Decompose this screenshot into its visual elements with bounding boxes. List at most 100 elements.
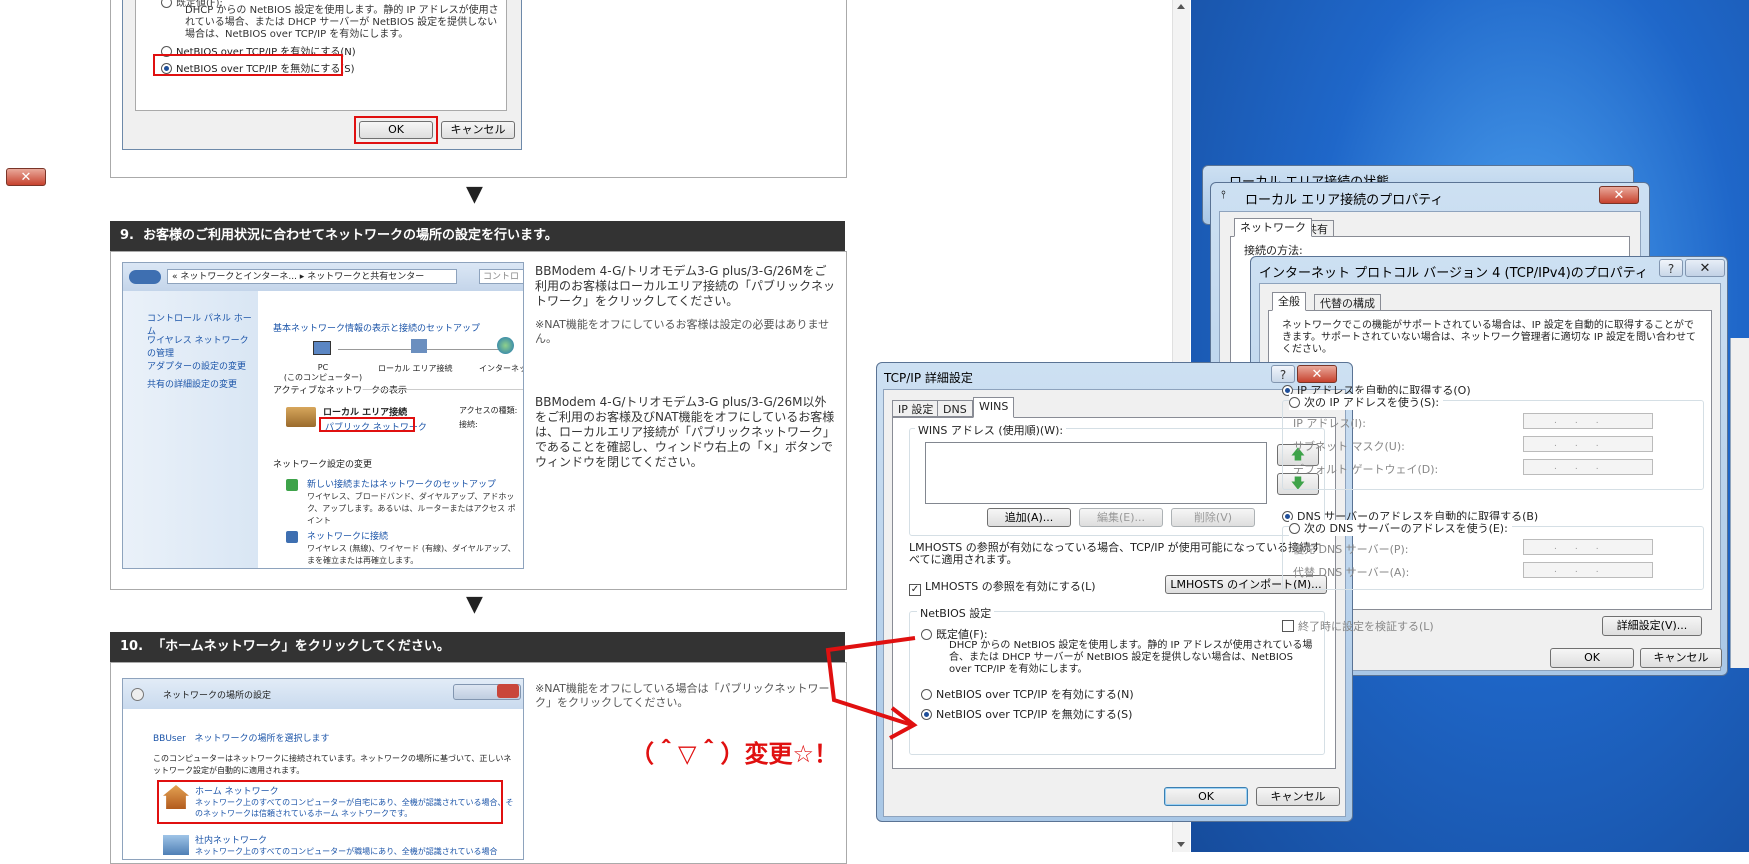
step10-note: ※NAT機能をオフにしている場合は「パブリックネットワーク」をクリックしてくださ… [535,682,830,709]
alternate-dns-label: 代替 DNS サーバー(A): [1293,566,1410,579]
back-forward-icon [129,270,161,284]
lan-props-icon: ⫯ [1221,188,1226,201]
sidebar-item-sharing: 共有の詳細設定の変更 [147,380,238,390]
tab-alternate[interactable]: 代替の構成 [1314,294,1381,311]
top-ok-highlight [354,116,438,144]
step10-location-screenshot: ネットワークの場所の設定 BBUser ネットワークの場所を選択します このコン… [122,678,524,860]
connect-network-icon [286,531,298,543]
location-subtitle: BBUser ネットワークの場所を選択します [153,734,330,744]
pc-label: PC (このコンピューター) [283,363,363,382]
work-icon [163,835,189,855]
top-default-desc: DHCP からの NetBIOS 設定を使用します。静的 IP アドレスが使用さ… [185,5,499,40]
subnet-mask-field[interactable]: ... [1523,436,1653,452]
tcpip-body: IP 設定 DNS WINS WINS アドレス (使用順)(W): 🡅 🡇 追… [883,389,1346,817]
gateway-field[interactable]: ... [1523,459,1653,475]
lan-bench-icon [411,339,427,353]
tab-ip-settings[interactable]: IP 設定 [892,400,940,417]
ipv4-validate[interactable]: 終了時に設定を検証する(L) [1282,618,1434,634]
ipv4-help-button[interactable]: ? [1659,259,1683,277]
home-network-highlight [157,780,503,824]
explorer-sidebar: コントロール パネル ホーム ワイヤレス ネットワークの管理 アダプターの設定の… [123,291,258,568]
location-back-icon [131,688,144,701]
tcpip-ok-button[interactable]: OK [1164,787,1248,806]
wins-address-label: WINS アドレス (使用順)(W): [915,422,1067,438]
active-divider [363,389,523,390]
ipv4-manual-dns-group: 次の DNS サーバーのアドレスを使う(E): 優先 DNS サーバー(P): … [1282,520,1704,590]
ipv4-cancel-button[interactable]: キャンセル [1640,648,1722,668]
sidebar-item-wireless: ワイヤレス ネットワークの管理 [147,336,249,359]
setup-connection-icon [286,479,298,491]
sidebar-item-adapter: アダプターの設定の変更 [147,362,247,372]
step-arrow-1: ▼ [466,182,483,207]
tcpip-title: TCP/IP 詳細設定 [884,371,973,385]
lmhosts-desc: LMHOSTS の参照が有効になっている場合、TCP/IP が使用可能になってい… [909,541,1322,566]
preferred-dns-field[interactable]: ... [1523,539,1653,555]
task-connect-desc: ワイヤレス (無線)、ワイヤード (有線)、ダイヤルアップ、まを確立または再確立… [307,544,516,565]
tcpip-close-button[interactable]: ✕ [1297,365,1337,383]
tab-general[interactable]: 全般 [1272,292,1306,311]
tcpip-cancel-button[interactable]: キャンセル [1256,787,1340,806]
public-network-highlight [319,417,415,432]
lmhosts-checkbox[interactable]: ✓ LMHOSTS の参照を有効にする(L) [909,578,1096,596]
pc-icon [313,341,331,355]
breadcrumb: « ネットワークとインターネ... ▸ ネットワークと共有センター [167,269,457,284]
access-type-label: アクセスの種類: [459,406,518,415]
step9-title-bar: 9. お客様のご利用状況に合わせてネットワークの場所の設定を行います。 [110,221,845,251]
step9-text1: BBModem 4-G/トリオモデム3-G plus/3-G/26Mをご利用のお… [535,264,836,308]
bench-icon [286,407,316,427]
connect-using-label: 接続の方法: [1244,244,1303,257]
search-box: コントロ [479,269,523,284]
location-titlebar: ネットワークの場所の設定 [123,679,523,709]
lan-props-close-button[interactable]: ✕ [1599,186,1639,204]
nc-heading: 基本ネットワーク情報の表示と接続のセットアップ [273,324,481,334]
lan-props-title: ローカル エリア接続のプロパティ [1245,193,1444,208]
ipv4-manual-ip[interactable]: 次の IP アドレスを使う(S): [1289,394,1444,410]
step9-network-center-screenshot: « ネットワークとインターネ... ▸ ネットワークと共有センター コントロ コ… [122,262,524,569]
ipv4-advanced-button[interactable]: 詳細設定(V)... [1602,616,1702,636]
background-window-edge [1730,338,1749,668]
connection-label: 接続: [459,420,478,429]
scroll-down-icon[interactable] [1177,842,1185,847]
ipv4-title: インターネット プロトコル バージョン 4 (TCP/IPv4)のプロパティ [1259,266,1649,281]
lan-label: ローカル エリア接続 [378,364,453,373]
alternate-dns-field[interactable]: ... [1523,562,1653,578]
change-settings-heading: ネットワーク設定の変更 [273,460,373,470]
work-network-label: 社内ネットワーク [195,836,268,846]
location-desc: このコンピューターはネットワークに接続されています。ネットワークの場所に基づいて… [153,754,512,775]
annotation-arrow [825,636,918,740]
netbios-radio-enable[interactable]: NetBIOS over TCP/IP を有効にする(N) [921,686,1134,702]
wins-address-list[interactable] [925,442,1267,504]
annotation-text: （＾▽＾）変更☆！ [630,740,838,768]
lan-status-close-button[interactable]: ✕ [6,168,46,186]
ipv4-ok-button[interactable]: OK [1550,648,1634,668]
inet-label: インターネッ [479,364,524,373]
tab-dns[interactable]: DNS [937,400,973,417]
tab-wins[interactable]: WINS [973,397,1015,418]
gateway-label: デフォルト ゲートウェイ(D): [1293,463,1439,476]
ipv4-manual-dns[interactable]: 次の DNS サーバーのアドレスを使う(E): [1289,520,1512,536]
tcpip-help-button[interactable]: ? [1271,365,1295,383]
netbios-radio-disable[interactable]: NetBIOS over TCP/IP を無効にする(S) [921,706,1132,722]
top-radio-highlight [153,54,343,76]
netbios-group-label: NetBIOS 設定 [917,605,995,621]
task-new-connection-desc: ワイヤレス、ブロードバンド、ダイヤルアップ、アドホック、アップします。あるいは、… [307,492,516,525]
ipv4-desc: ネットワークでこの機能がサポートされている場合は、IP 設定を自動的に取得するこ… [1282,320,1697,355]
step9-note1: ※NAT機能をオフにしているお客様は設定の必要はありません。 [535,318,830,345]
tab-network[interactable]: ネットワーク [1234,218,1312,237]
step-arrow-2: ▼ [466,592,483,617]
ip-address-field[interactable]: ... [1523,413,1653,429]
ipv4-close-button[interactable]: ✕ [1685,259,1725,277]
step10-title-bar: 10. 「ホームネットワーク」をクリックしてください。 [110,632,845,662]
location-title: ネットワークの場所の設定 [163,691,272,701]
annotation-arrow-path [825,636,916,727]
wins-panel: WINS アドレス (使用順)(W): 🡅 🡇 追加(A)... 編集(E)..… [892,417,1336,769]
step8-dialog-screenshot: 既定値(F): DHCP からの NetBIOS 設定を使用します。静的 IP … [122,0,522,150]
preferred-dns-label: 優先 DNS サーバー(P): [1293,543,1409,556]
scroll-up-icon[interactable] [1177,4,1185,9]
subnet-mask-label: サブネット マスク(U): [1293,440,1405,453]
wins-add-button[interactable]: 追加(A)... [987,508,1071,527]
globe-icon [497,337,514,354]
location-close-icon [497,684,519,698]
netbios-default-desc: DHCP からの NetBIOS 設定を使用します。静的 IP アドレスが使用さ… [949,640,1313,675]
ipv4-manual-ip-group: 次の IP アドレスを使う(S): IP アドレス(I): ... サブネット … [1282,394,1704,490]
